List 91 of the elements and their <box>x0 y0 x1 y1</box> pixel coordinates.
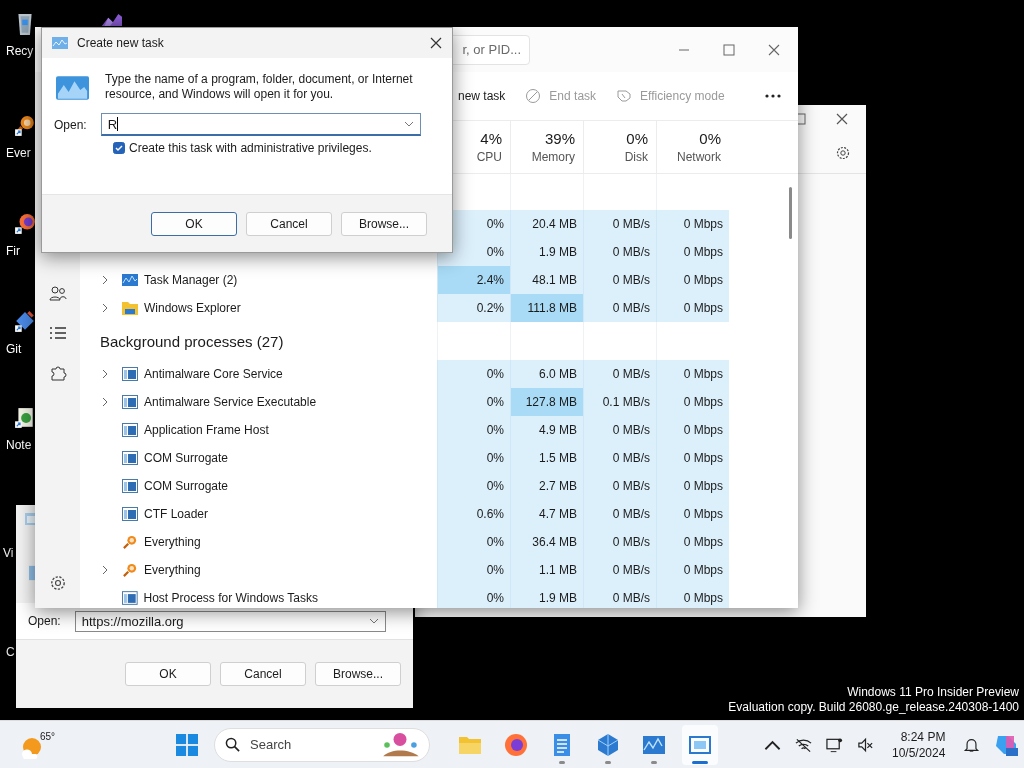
open-field[interactable]: https://mozilla.org <box>74 610 386 632</box>
process-name: Host Process for Windows Tasks <box>143 591 318 605</box>
table-cell: 0.1 MB/s <box>583 388 656 416</box>
build-notice: Evaluation copy. Build 26080.ge_release.240308-1400 <box>728 700 1019 715</box>
table-cell: 0 MB/s <box>583 266 656 294</box>
process-name: Windows Explorer <box>144 301 241 315</box>
process-name: CTF Loader <box>144 507 209 521</box>
table-cell: 0 Mbps <box>656 444 729 472</box>
table-cell: 4.7 MB <box>510 500 583 528</box>
process-name: Everything <box>144 535 201 549</box>
table-cell: 0 MB/s <box>583 444 656 472</box>
table-cell: 0 Mbps <box>656 416 729 444</box>
table-cell: 0% <box>437 556 510 584</box>
dialog-button[interactable]: OK <box>125 662 211 686</box>
table-cell: 2.7 MB <box>510 472 583 500</box>
temperature[interactable]: 65° <box>40 730 56 742</box>
table-cell: 0 Mbps <box>656 584 729 608</box>
table-cell: 0 Mbps <box>656 360 729 388</box>
column-header[interactable]: 39% Memory <box>510 121 583 173</box>
dialog-button[interactable]: Cancel <box>246 211 332 236</box>
table-cell: 0% <box>437 584 510 608</box>
table-cell: 0 MB/s <box>583 238 656 266</box>
desktop-icon-label[interactable]: Ever <box>6 146 31 160</box>
process-name: COM Surrogate <box>144 479 229 493</box>
table-cell: 0 Mbps <box>656 388 729 416</box>
table-cell: 0 MB/s <box>583 472 656 500</box>
table-cell: 0 MB/s <box>583 584 656 608</box>
table-cell: 20.4 MB <box>510 210 583 238</box>
table-cell: 0% <box>437 444 510 472</box>
table-cell: 0% <box>437 388 510 416</box>
table-cell: 0 Mbps <box>656 238 729 266</box>
process-name: Everything <box>144 563 201 577</box>
process-name: Antimalware Service Executable <box>144 395 317 409</box>
open-field[interactable]: R <box>100 113 421 136</box>
dialog-button[interactable]: Cancel <box>220 662 306 686</box>
table-cell: 48.1 MB <box>510 266 583 294</box>
table-cell: 0.2% <box>437 294 510 322</box>
desktop-icon-label[interactable]: C <box>6 645 15 659</box>
dialog-button[interactable]: Browse... <box>315 662 401 686</box>
table-cell: 2.4% <box>437 266 510 294</box>
table-cell: 1.1 MB <box>510 556 583 584</box>
open-label: Open: <box>54 117 87 132</box>
table-cell: 0 Mbps <box>656 500 729 528</box>
open-label: Open: <box>28 614 61 628</box>
process-name: Task Manager (2) <box>144 273 238 287</box>
table-cell: 0.6% <box>437 500 510 528</box>
desktop-icon-label[interactable]: Git <box>6 342 22 356</box>
table-cell: 0 MB/s <box>583 294 656 322</box>
table-cell: 6.0 MB <box>510 360 583 388</box>
table-cell: 0 Mbps <box>656 528 729 556</box>
process-name: Application Frame Host <box>144 423 269 437</box>
table-cell: 0 MB/s <box>583 556 656 584</box>
dialog-button[interactable]: OK <box>151 211 237 236</box>
table-cell: 0% <box>437 528 510 556</box>
table-cell: 0 MB/s <box>583 210 656 238</box>
table-cell: 0 Mbps <box>656 294 729 322</box>
table-cell: 1.9 MB <box>510 584 583 608</box>
table-cell: 1.9 MB <box>510 238 583 266</box>
table-cell: 0 Mbps <box>656 472 729 500</box>
table-cell: 0 Mbps <box>656 266 729 294</box>
table-cell: 127.8 MB <box>510 388 583 416</box>
desktop-icon-label[interactable]: Fir <box>6 244 20 258</box>
process-name: COM Surrogate <box>144 451 229 465</box>
dialog-button[interactable]: Browse... <box>341 211 427 236</box>
build-notice: Windows 11 Pro Insider Preview <box>847 685 1019 700</box>
search-box[interactable]: Search <box>214 727 430 762</box>
table-cell: 0 MB/s <box>583 360 656 388</box>
group-heading: Background processes (27) <box>100 332 284 350</box>
desktop-icon-label[interactable]: Recy <box>6 44 34 58</box>
process-name: Antimalware Core Service <box>144 367 283 381</box>
column-header[interactable]: 0% Network <box>656 121 729 173</box>
table-cell: 0 MB/s <box>583 528 656 556</box>
desktop-icon-label[interactable]: Vi <box>3 546 14 560</box>
table-cell: 4.9 MB <box>510 416 583 444</box>
table-cell: 1.5 MB <box>510 444 583 472</box>
table-cell: 0% <box>437 360 510 388</box>
desktop-icon-label[interactable]: Note <box>6 438 32 452</box>
checkbox-label[interactable]: Create this task with administrative privileges. <box>129 141 372 155</box>
table-cell: 0 Mbps <box>656 210 729 238</box>
table-cell: 111.8 MB <box>510 294 583 322</box>
run-task-button[interactable]: new task <box>458 89 506 103</box>
table-cell: 0 Mbps <box>656 556 729 584</box>
table-cell: 0 MB/s <box>583 500 656 528</box>
clock[interactable]: 8:24 PM 10/5/2024 <box>892 728 946 761</box>
table-cell: 0 MB/s <box>583 416 656 444</box>
dialog-message: Type the name of a program, folder, document, or Internet resource, and Windows will open it for you. <box>105 72 414 102</box>
table-cell: 0% <box>437 416 510 444</box>
table-cell: 0% <box>437 472 510 500</box>
column-header[interactable]: 0% Disk <box>583 121 656 173</box>
dialog-title: Create new task <box>77 36 164 50</box>
table-cell: 36.4 MB <box>510 528 583 556</box>
